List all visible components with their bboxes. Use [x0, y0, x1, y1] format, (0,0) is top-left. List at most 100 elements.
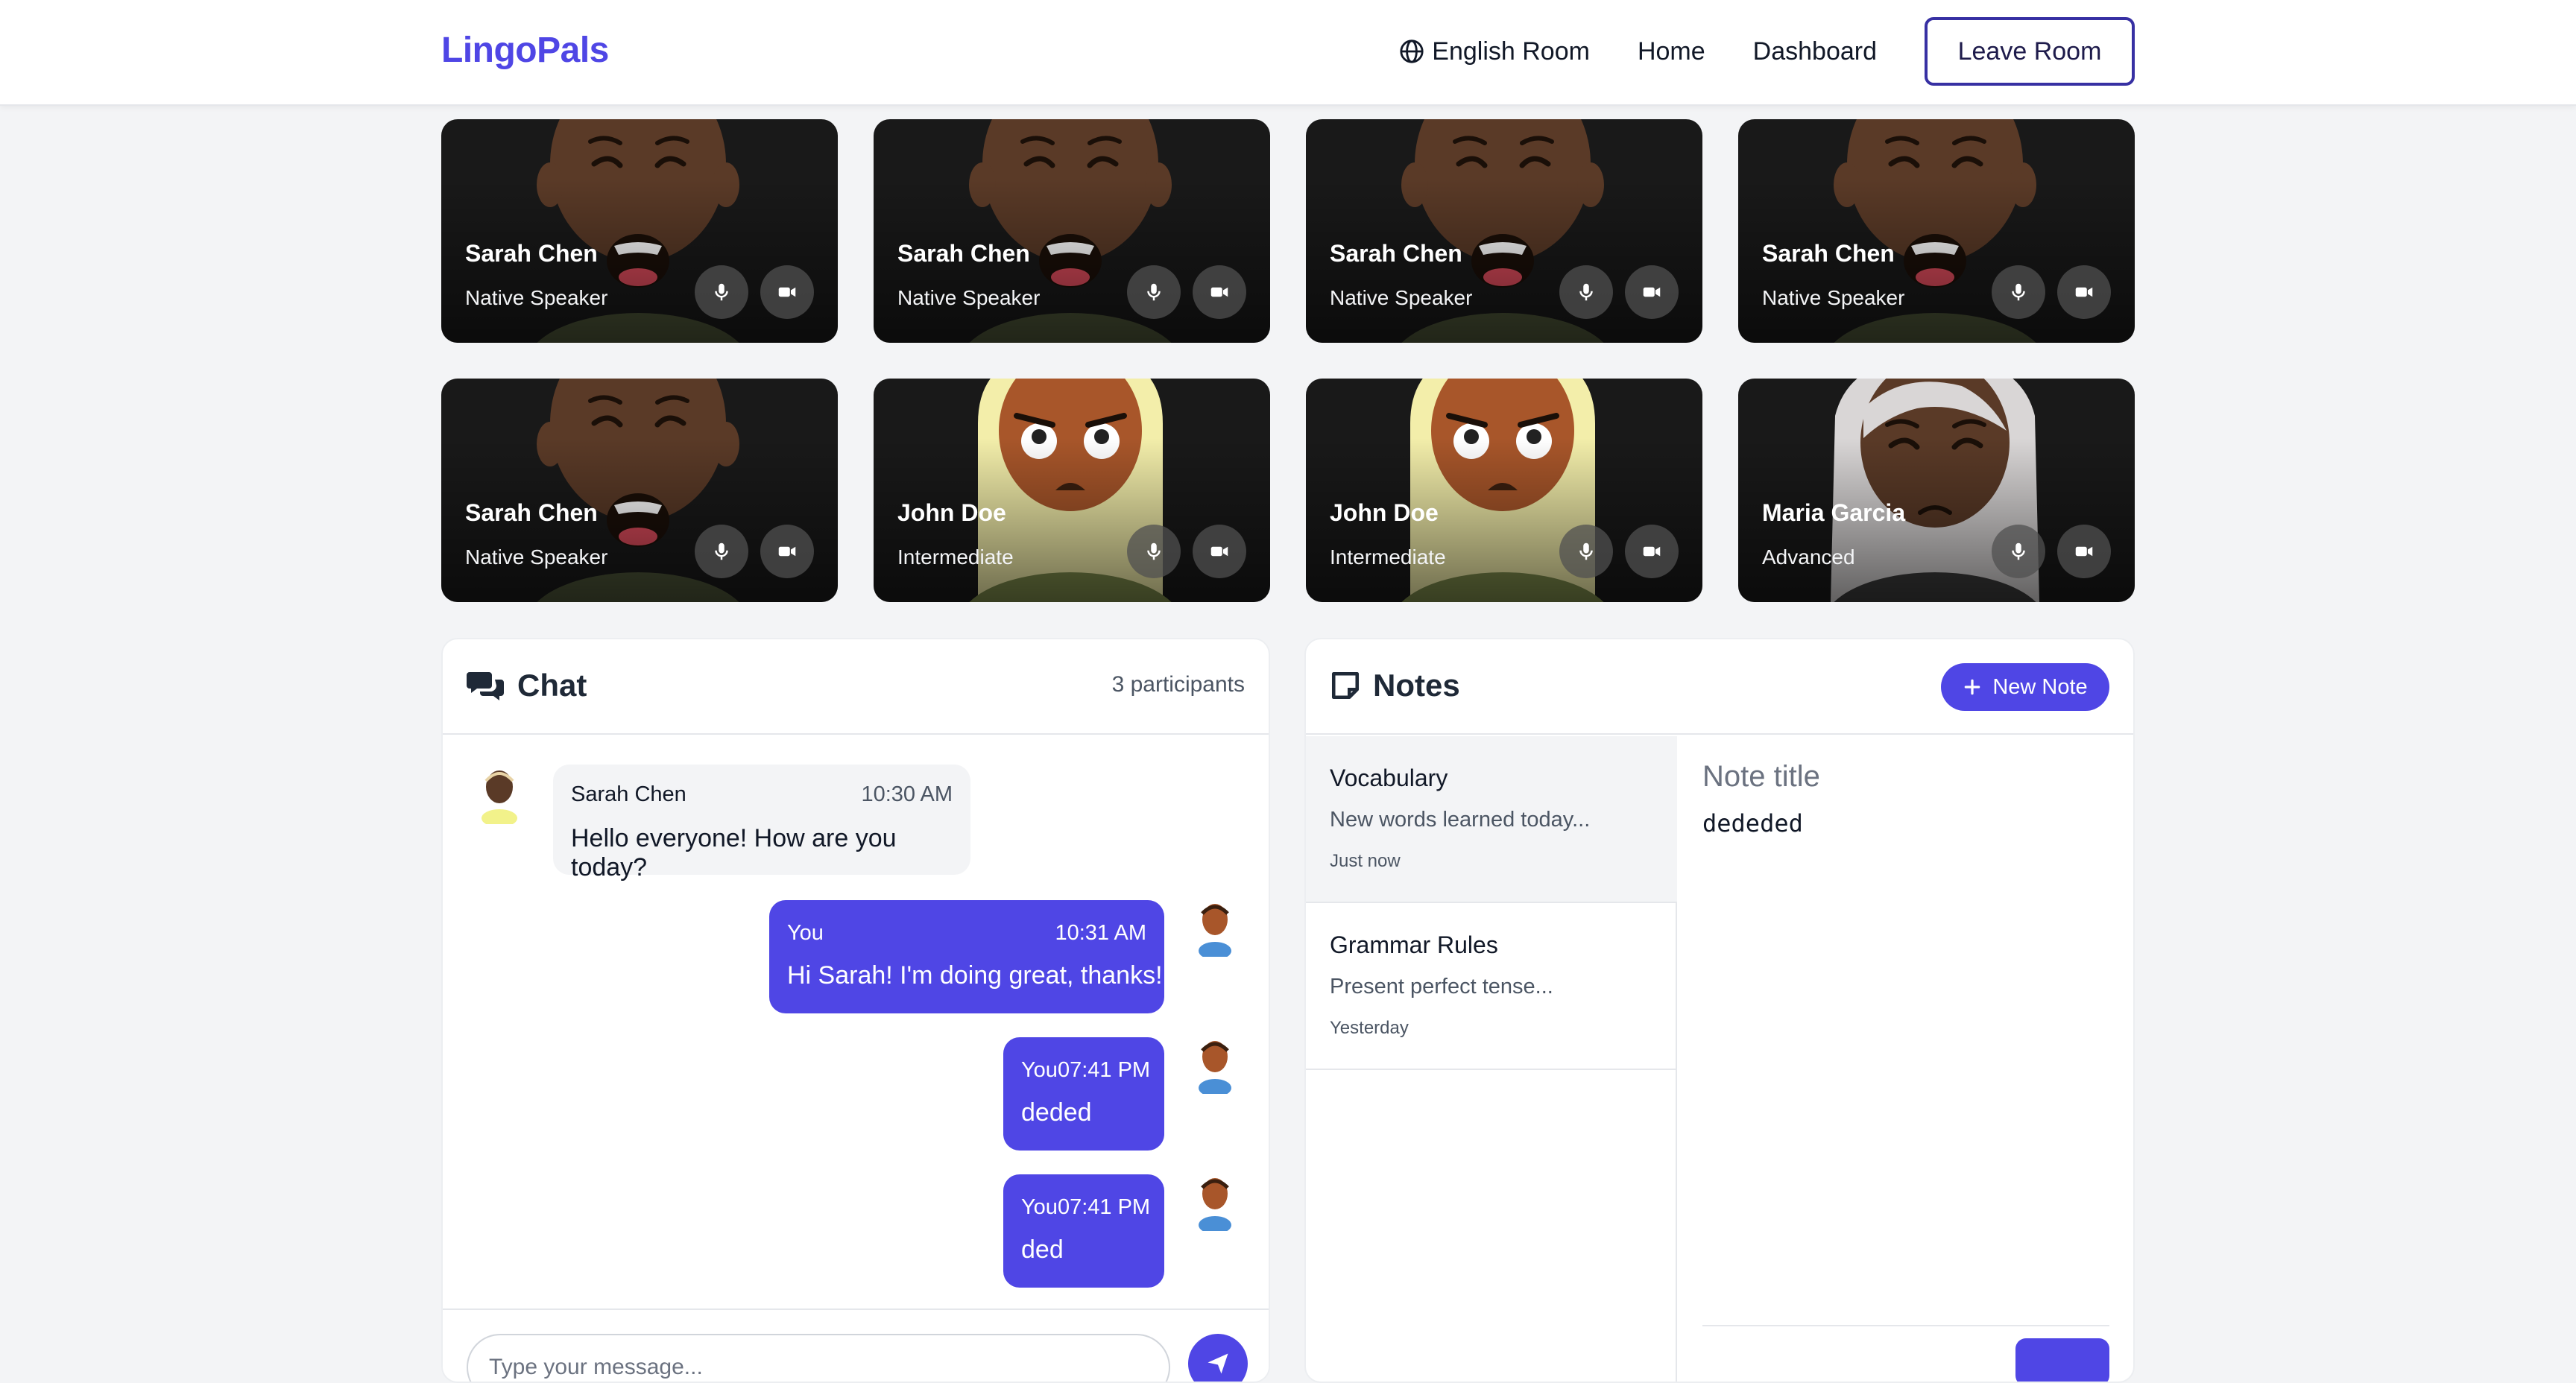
note-title: Grammar Rules [1330, 931, 1498, 958]
own-avatar [1199, 904, 1231, 957]
nav-dashboard-link[interactable]: Dashboard [1753, 37, 1877, 66]
paper-plane-icon [1208, 1353, 1228, 1374]
video-camera-icon [1643, 287, 1661, 297]
nav-links: English Room Home Dashboard Leave Room [1399, 16, 2135, 86]
camera-button[interactable] [760, 525, 814, 578]
microphone-icon [2012, 283, 2025, 301]
participant-name: Sarah Chen [465, 499, 598, 526]
send-button[interactable] [1188, 1334, 1248, 1382]
note-preview: New words learned today... [1330, 808, 1591, 832]
message-text: Hello everyone! How are you today? [571, 824, 897, 882]
video-tile[interactable]: Sarah Chen Native Speaker [1738, 119, 2135, 343]
video-tile[interactable]: Sarah Chen Native Speaker [441, 379, 838, 602]
message-text: ded [1021, 1235, 1064, 1264]
chat-bubbles-icon [467, 672, 504, 700]
room-selector[interactable]: English Room [1399, 37, 1590, 66]
globe-icon [1400, 39, 1424, 63]
video-camera-icon [1210, 546, 1228, 557]
chat-message: Sarah Chen 10:30 AM Hello everyone! How … [553, 765, 970, 882]
notes-header: Notes New Note [1306, 639, 2133, 735]
message-sender: You [787, 921, 824, 945]
message-text: Hi Sarah! I'm doing great, thanks! [787, 961, 1163, 990]
video-tile[interactable]: Sarah Chen Native Speaker [1306, 119, 1702, 343]
nav-home-link[interactable]: Home [1638, 37, 1705, 66]
microphone-icon [2012, 542, 2025, 560]
note-title: Vocabulary [1330, 765, 1448, 791]
participant-name: Maria Garcia [1762, 499, 1906, 526]
mic-button[interactable] [1559, 265, 1613, 319]
participant-name: Sarah Chen [465, 240, 598, 267]
camera-button[interactable] [1193, 265, 1246, 319]
note-list-item[interactable]: Vocabulary New words learned today... Ju… [1306, 736, 1677, 903]
notes-title: Notes [1330, 668, 1460, 703]
sender-avatar [482, 770, 517, 824]
microphone-icon [715, 542, 728, 560]
participant-name: John Doe [897, 499, 1006, 526]
video-tile[interactable]: John Doe Intermediate [1306, 379, 1702, 602]
mic-button[interactable] [1992, 525, 2045, 578]
video-camera-icon [2075, 287, 2093, 297]
chat-message: You07:41 PM ded [1003, 1174, 1164, 1288]
message-time: 10:30 AM [861, 782, 953, 806]
microphone-icon [1579, 283, 1593, 301]
brand-logo[interactable]: LingoPals [441, 30, 609, 71]
own-avatar [1199, 1041, 1231, 1094]
mic-button[interactable] [695, 265, 748, 319]
video-tile[interactable]: John Doe Intermediate [874, 379, 1270, 602]
chat-message-input[interactable] [467, 1334, 1170, 1382]
participant-role: Intermediate [1330, 545, 1446, 569]
note-body-textarea[interactable]: dededed [1702, 809, 1803, 838]
microphone-icon [1147, 542, 1161, 560]
camera-button[interactable] [2057, 525, 2111, 578]
microphone-icon [715, 283, 728, 301]
participant-role: Native Speaker [897, 286, 1041, 309]
message-time: 10:31 AM [1055, 921, 1146, 945]
participant-role: Advanced [1762, 545, 1855, 569]
chat-title: Chat [467, 668, 587, 703]
message-sender-time: You07:41 PM [1021, 1058, 1151, 1082]
microphone-icon [1579, 542, 1593, 560]
video-camera-icon [1643, 546, 1661, 557]
message-sender-time: You07:41 PM [1021, 1195, 1151, 1219]
own-avatar [1199, 1178, 1231, 1231]
save-note-button[interactable] [2015, 1338, 2109, 1382]
note-list-item[interactable]: Grammar Rules Present perfect tense... Y… [1306, 903, 1677, 1070]
mic-button[interactable] [1127, 265, 1181, 319]
mic-button[interactable] [1127, 525, 1181, 578]
camera-button[interactable] [2057, 265, 2111, 319]
plus-icon [1965, 679, 1980, 695]
sticky-note-icon [1331, 671, 1360, 700]
mic-button[interactable] [1559, 525, 1613, 578]
note-date: Yesterday [1330, 1018, 1409, 1038]
participant-role: Native Speaker [1762, 286, 1905, 309]
chat-composer [443, 1308, 1269, 1382]
message-text: deded [1021, 1098, 1092, 1127]
microphone-icon [1147, 283, 1161, 301]
mic-button[interactable] [1992, 265, 2045, 319]
mic-button[interactable] [695, 525, 748, 578]
participant-role: Native Speaker [1330, 286, 1473, 309]
video-camera-icon [1210, 287, 1228, 297]
video-tile[interactable]: Sarah Chen Native Speaker [874, 119, 1270, 343]
participant-role: Native Speaker [465, 545, 608, 569]
participant-name: Sarah Chen [897, 240, 1030, 267]
participant-name: Sarah Chen [1330, 240, 1462, 267]
leave-room-button[interactable]: Leave Room [1925, 17, 2135, 86]
camera-button[interactable] [1193, 525, 1246, 578]
chat-header: Chat 3 participants [443, 639, 1269, 735]
notes-list: Vocabulary New words learned today... Ju… [1306, 736, 1677, 1382]
camera-button[interactable] [1625, 265, 1679, 319]
room-label: English Room [1432, 37, 1590, 66]
chat-message: You 10:31 AM Hi Sarah! I'm doing great, … [769, 900, 1164, 1013]
video-tile[interactable]: Sarah Chen Native Speaker [441, 119, 838, 343]
note-title-input[interactable] [1702, 756, 2105, 797]
video-tile[interactable]: Maria Garcia Advanced [1738, 379, 2135, 602]
camera-button[interactable] [1625, 525, 1679, 578]
new-note-button[interactable]: New Note [1941, 663, 2109, 711]
participant-name: Sarah Chen [1762, 240, 1895, 267]
video-camera-icon [2075, 546, 2093, 557]
participant-role: Native Speaker [465, 286, 608, 309]
notes-panel: Notes New Note Vocabulary New words lear… [1304, 638, 2135, 1383]
camera-button[interactable] [760, 265, 814, 319]
note-preview: Present perfect tense... [1330, 975, 1553, 999]
